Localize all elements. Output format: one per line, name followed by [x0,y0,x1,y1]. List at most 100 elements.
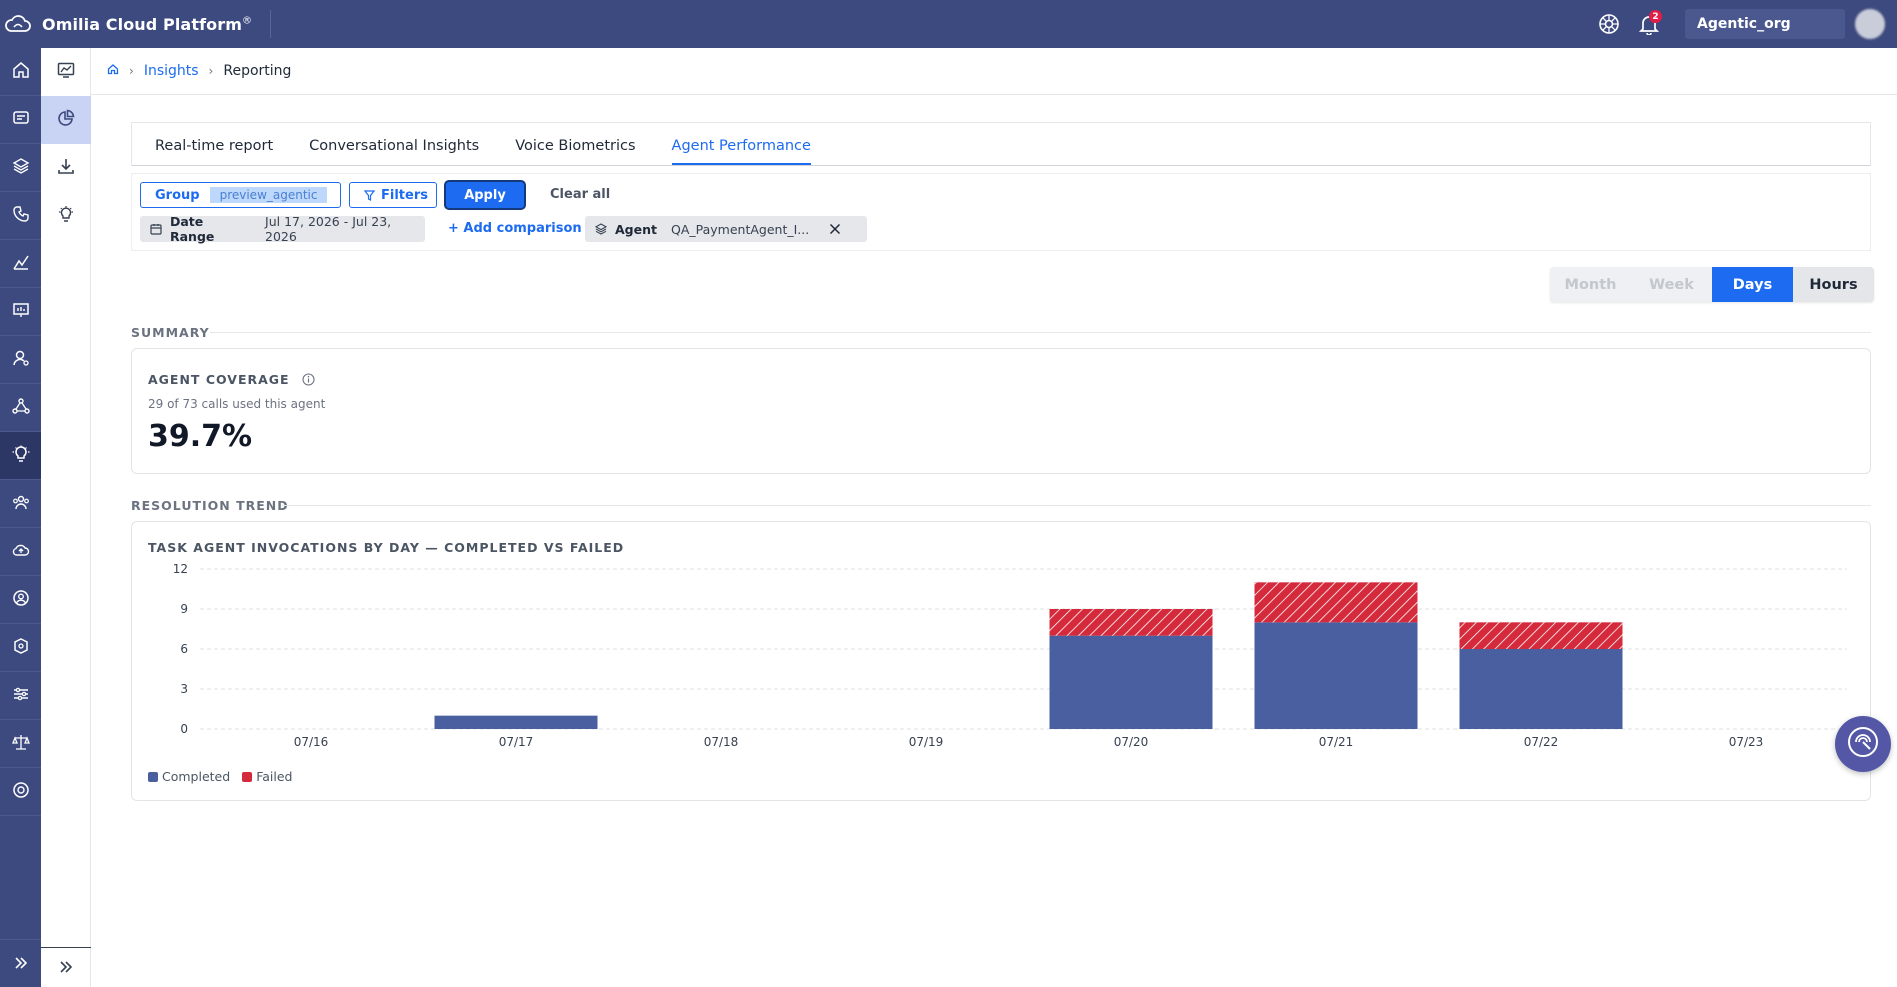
breadcrumb-current: Reporting [223,63,292,79]
x-tick-label: 07/18 [704,735,739,749]
y-tick-label: 9 [180,602,188,616]
rail-item-home[interactable] [0,48,41,96]
rail-item-phone[interactable] [0,192,41,240]
rail-item-dialog[interactable] [0,96,41,144]
date-range-value: Jul 17, 2026 - Jul 23, 2026 [265,214,392,244]
rail-item-analytics[interactable] [0,240,41,288]
chevron-right-icon: › [208,64,214,78]
layers-icon [595,223,607,235]
legend-label-completed: Completed [162,769,231,784]
app-logo[interactable]: Omilia Cloud Platform® [0,0,252,48]
rail-item-support[interactable] [0,768,41,816]
y-tick-label: 12 [173,562,188,576]
resolution-trend-section-title: RESOLUTION TREND [131,498,289,513]
group-label: Group [155,187,200,203]
home-icon[interactable] [107,63,119,79]
close-icon[interactable] [829,223,841,235]
rail-item-network[interactable] [0,384,41,432]
network-icon [11,397,30,419]
date-range-chip[interactable]: Date Range Jul 17, 2026 - Jul 23, 2026 [140,214,425,244]
team-icon [12,493,30,515]
rail-item-insights[interactable] [0,432,41,480]
granularity-days[interactable]: Days [1712,267,1793,302]
clear-all-button[interactable]: Clear all [550,187,610,202]
rail-item-user-settings[interactable] [0,336,41,384]
tab-agent-performance[interactable]: Agent Performance [671,138,811,165]
x-tick-label: 07/17 [499,735,534,749]
rail-item-layers[interactable] [0,144,41,192]
top-bar: Omilia Cloud Platform® 2 Agentic_org [0,0,1897,48]
header-divider [270,10,272,38]
rail-item-presentation[interactable] [0,288,41,336]
agent-filter-chip[interactable]: Agent QA_PaymentAgent_I... [585,216,867,242]
report-tabs: Real-time report Conversational Insights… [131,122,1871,166]
section-divider [210,332,1871,333]
assistant-fab-button[interactable] [1835,716,1891,772]
subnav-item-ideas[interactable] [41,192,91,240]
rail-item-settings-sliders[interactable] [0,672,41,720]
rail-item-team[interactable] [0,480,41,528]
subnav-item-download[interactable] [41,144,91,192]
insights-sub-navigation [41,48,91,987]
subnav-item-realtime[interactable] [41,48,91,96]
rail-item-scale[interactable] [0,720,41,768]
rail-item-security[interactable] [0,624,41,672]
presentation-icon [12,301,30,323]
group-selector[interactable]: Group preview_agentic [140,182,341,208]
cloud-upload-icon [12,541,30,563]
notifications-button[interactable]: 2 [1635,10,1663,38]
agent-coverage-card: AGENT COVERAGE 29 of 73 calls used this … [131,348,1871,474]
lightbulb-icon [57,205,75,227]
agent-value: QA_PaymentAgent_I... [670,221,810,237]
rail-item-cloud-upload[interactable] [0,528,41,576]
dialog-icon [12,109,30,131]
subnav-collapse-button[interactable] [41,947,91,987]
cloud-logo-icon [4,10,32,38]
granularity-hours[interactable]: Hours [1793,267,1874,302]
granularity-month[interactable]: Month [1550,267,1631,302]
filters-label: Filters [381,187,428,203]
granularity-toggle: Month Week Days Hours [1550,267,1874,302]
agent-coverage-value: 39.7% [148,419,253,454]
phone-icon [12,205,30,227]
resolution-trend-chart: 0 3 6 9 12 07/16 07/17 07/18 07/19 07/20 07/21 07/2… [173,562,1847,749]
double-chevron-right-icon [14,954,28,973]
rail-expand-button[interactable] [0,939,41,987]
filters-button[interactable]: Filters [349,182,437,208]
summary-section-title: SUMMARY [131,325,210,340]
y-tick-label: 6 [180,642,188,656]
apply-button[interactable]: Apply [446,182,524,208]
tab-conversational-insights[interactable]: Conversational Insights [309,138,479,165]
y-tick-label: 0 [180,722,188,736]
subnav-item-reporting[interactable] [41,96,91,144]
monitor-chart-icon [57,62,75,82]
rail-item-user-circle[interactable] [0,576,41,624]
user-circle-icon [12,589,30,611]
add-comparison-link[interactable]: + Add comparison [448,221,582,236]
org-selector[interactable]: Agentic_org [1685,9,1845,39]
pie-chart-icon [57,109,75,131]
bar-completed [1049,635,1213,729]
user-settings-icon [12,349,30,371]
bar-completed [1254,622,1418,729]
info-icon[interactable] [302,373,315,386]
filter-panel: Group preview_agentic Filters Apply Clea… [131,173,1871,251]
granularity-week[interactable]: Week [1631,267,1712,302]
x-tick-label: 07/19 [909,735,944,749]
agent-coverage-title-text: AGENT COVERAGE [148,372,290,387]
calendar-icon [150,223,162,235]
tab-realtime-report[interactable]: Real-time report [155,138,273,165]
tab-voice-biometrics[interactable]: Voice Biometrics [515,138,635,165]
main-navigation-rail [0,48,41,987]
assistant-icon [1846,725,1880,763]
breadcrumb-insights-link[interactable]: Insights [144,63,199,79]
help-wheel-icon[interactable] [1595,10,1623,38]
avatar[interactable] [1855,9,1885,39]
agent-coverage-subtitle: 29 of 73 calls used this agent [148,397,326,411]
legend-label-failed: Failed [256,769,293,784]
legend-item-failed[interactable]: Failed [242,769,292,784]
legend-item-completed[interactable]: Completed [148,769,230,784]
bar-completed [1459,649,1623,729]
layers-icon [12,157,30,179]
chart-legend: Completed Failed [148,769,304,784]
